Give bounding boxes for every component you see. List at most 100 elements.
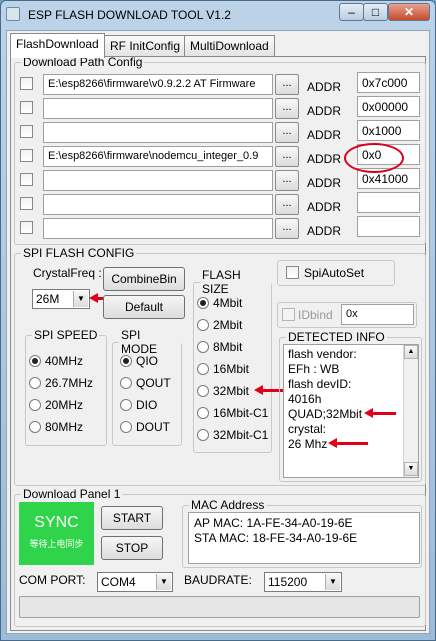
path-row-checkbox[interactable] (20, 197, 33, 210)
crystal-freq-select[interactable]: 26M ▼ (32, 289, 90, 309)
baudrate-select[interactable]: 115200 ▼ (264, 572, 342, 592)
browse-button[interactable]: ... (275, 122, 299, 143)
path-row-checkbox[interactable] (20, 125, 33, 138)
flash-size-radio[interactable] (197, 385, 209, 397)
addr-label: ADDR (307, 128, 342, 142)
idbind-input[interactable]: 0x (341, 304, 414, 325)
idbind-checkbox[interactable] (282, 308, 295, 321)
flash-size-option-label: 2Mbit (213, 318, 243, 332)
path-row-input[interactable]: E:\esp8266\firmware\nodemcu_integer_0.9 (43, 146, 273, 167)
detected-info-line: crystal: (288, 422, 327, 436)
idbind-label: IDbind (298, 308, 333, 322)
annotation-ellipse-addr (344, 143, 404, 173)
detected-info-legend: DETECTED INFO (288, 330, 385, 344)
spi-speed-radio[interactable] (29, 399, 41, 411)
spiautoset-checkbox[interactable] (286, 266, 299, 279)
browse-button[interactable]: ... (275, 218, 299, 239)
flash-size-radio[interactable] (197, 319, 209, 331)
spiautoset-label: SpiAutoSet (304, 266, 365, 280)
detected-info-scrollbar[interactable]: ▲ ▼ (403, 345, 418, 477)
detected-info-line: flash vendor: (288, 347, 357, 361)
annotation-arrow-quad (364, 408, 396, 418)
mac-address-box: AP MAC: 1A-FE-34-A0-19-6E STA MAC: 18-FE… (188, 512, 420, 564)
browse-button[interactable]: ... (275, 146, 299, 167)
path-row-checkbox[interactable] (20, 101, 33, 114)
spi-speed-radio[interactable] (29, 421, 41, 433)
start-button[interactable]: START (101, 506, 163, 530)
path-row-checkbox[interactable] (20, 77, 33, 90)
chevron-down-icon: ▼ (325, 574, 340, 590)
flash-size-radio[interactable] (197, 297, 209, 309)
scroll-up-icon[interactable]: ▲ (404, 345, 418, 359)
com-port-select[interactable]: COM4 ▼ (97, 572, 173, 592)
com-port-value: COM4 (101, 575, 136, 589)
default-button[interactable]: Default (103, 295, 185, 319)
maximize-button[interactable]: □ (363, 3, 388, 21)
spi-speed-legend: SPI SPEED (34, 328, 98, 342)
app-icon (6, 7, 20, 21)
sync-label: SYNC (34, 514, 79, 531)
spi-mode-option-label: DIO (136, 398, 158, 412)
spi-speed-option-label: 26.7MHz (45, 376, 94, 390)
flash-size-radio[interactable] (197, 407, 209, 419)
spi-mode-radio[interactable] (120, 399, 132, 411)
baudrate-value: 115200 (268, 575, 308, 589)
chevron-down-icon: ▼ (156, 574, 171, 590)
chevron-down-icon: ▼ (73, 291, 88, 307)
path-row-checkbox[interactable] (20, 221, 33, 234)
browse-button[interactable]: ... (275, 170, 299, 191)
spi-mode-option-label: QOUT (136, 376, 171, 390)
detected-info-text: flash vendor: EFh : WB flash devID: 4016h QU… (283, 344, 419, 478)
path-row-input[interactable]: E:\esp8266\firmware\v0.9.2.2 AT Firmware (43, 74, 273, 95)
flash-size-radio[interactable] (197, 429, 209, 441)
browse-button[interactable]: ... (275, 74, 299, 95)
tab-multidownload[interactable]: MultiDownload (184, 35, 275, 56)
path-row-input[interactable] (43, 170, 273, 191)
ap-mac: AP MAC: 1A-FE-34-A0-19-6E (194, 516, 353, 530)
spi-flash-config-legend: SPI FLASH CONFIG (23, 246, 135, 260)
browse-button[interactable]: ... (275, 194, 299, 215)
crystal-freq-value: 26M (36, 292, 60, 306)
combinebin-button[interactable]: CombineBin (103, 267, 185, 291)
path-row-checkbox[interactable] (20, 149, 33, 162)
spi-speed-radio[interactable] (29, 377, 41, 389)
spi-mode-radio[interactable] (120, 377, 132, 389)
addr-label: ADDR (307, 176, 342, 190)
spi-mode-radio[interactable] (120, 421, 132, 433)
addr-input[interactable]: 0x1000 (357, 120, 420, 141)
annotation-arrow-crystal-mhz (328, 438, 368, 448)
spi-mode-radio[interactable] (120, 355, 132, 367)
spi-speed-option-label: 40MHz (45, 354, 84, 368)
flash-size-radio[interactable] (197, 363, 209, 375)
path-row-checkbox[interactable] (20, 173, 33, 186)
sync-status: SYNC 等待上电同步 (19, 502, 94, 565)
flash-size-option-label: 32Mbit-C1 (213, 428, 269, 442)
addr-input[interactable]: 0x00000 (357, 96, 420, 117)
addr-label: ADDR (307, 104, 342, 118)
minimize-button[interactable]: – (339, 3, 364, 21)
addr-label: ADDR (307, 80, 342, 94)
scroll-down-icon[interactable]: ▼ (404, 462, 418, 476)
detected-info-line: flash devID: (288, 377, 352, 391)
addr-input[interactable] (357, 216, 420, 237)
spi-mode-option-label: DOUT (136, 420, 170, 434)
path-row-input[interactable] (43, 194, 273, 215)
addr-input[interactable] (357, 192, 420, 213)
detected-info-line: 4016h (288, 392, 322, 406)
spi-speed-radio[interactable] (29, 355, 41, 367)
spi-mode-legend: SPI MODE (121, 328, 157, 356)
browse-button[interactable]: ... (275, 98, 299, 119)
tab-flashdownload[interactable]: FlashDownload (10, 33, 105, 58)
path-row-input[interactable] (43, 122, 273, 143)
tab-rf-initconfig[interactable]: RF InitConfig (104, 35, 187, 56)
addr-input[interactable]: 0x7c000 (357, 72, 420, 93)
stop-button[interactable]: STOP (101, 536, 163, 560)
title-bar[interactable]: ESP FLASH DOWNLOAD TOOL V1.2 – □ ✕ (0, 0, 434, 30)
addr-label: ADDR (307, 200, 342, 214)
path-row-input[interactable] (43, 218, 273, 239)
flash-size-option-label: 16Mbit-C1 (213, 406, 269, 420)
close-button[interactable]: ✕ (388, 3, 430, 21)
flash-size-radio[interactable] (197, 341, 209, 353)
flash-size-option-label: 8Mbit (213, 340, 243, 354)
path-row-input[interactable] (43, 98, 273, 119)
